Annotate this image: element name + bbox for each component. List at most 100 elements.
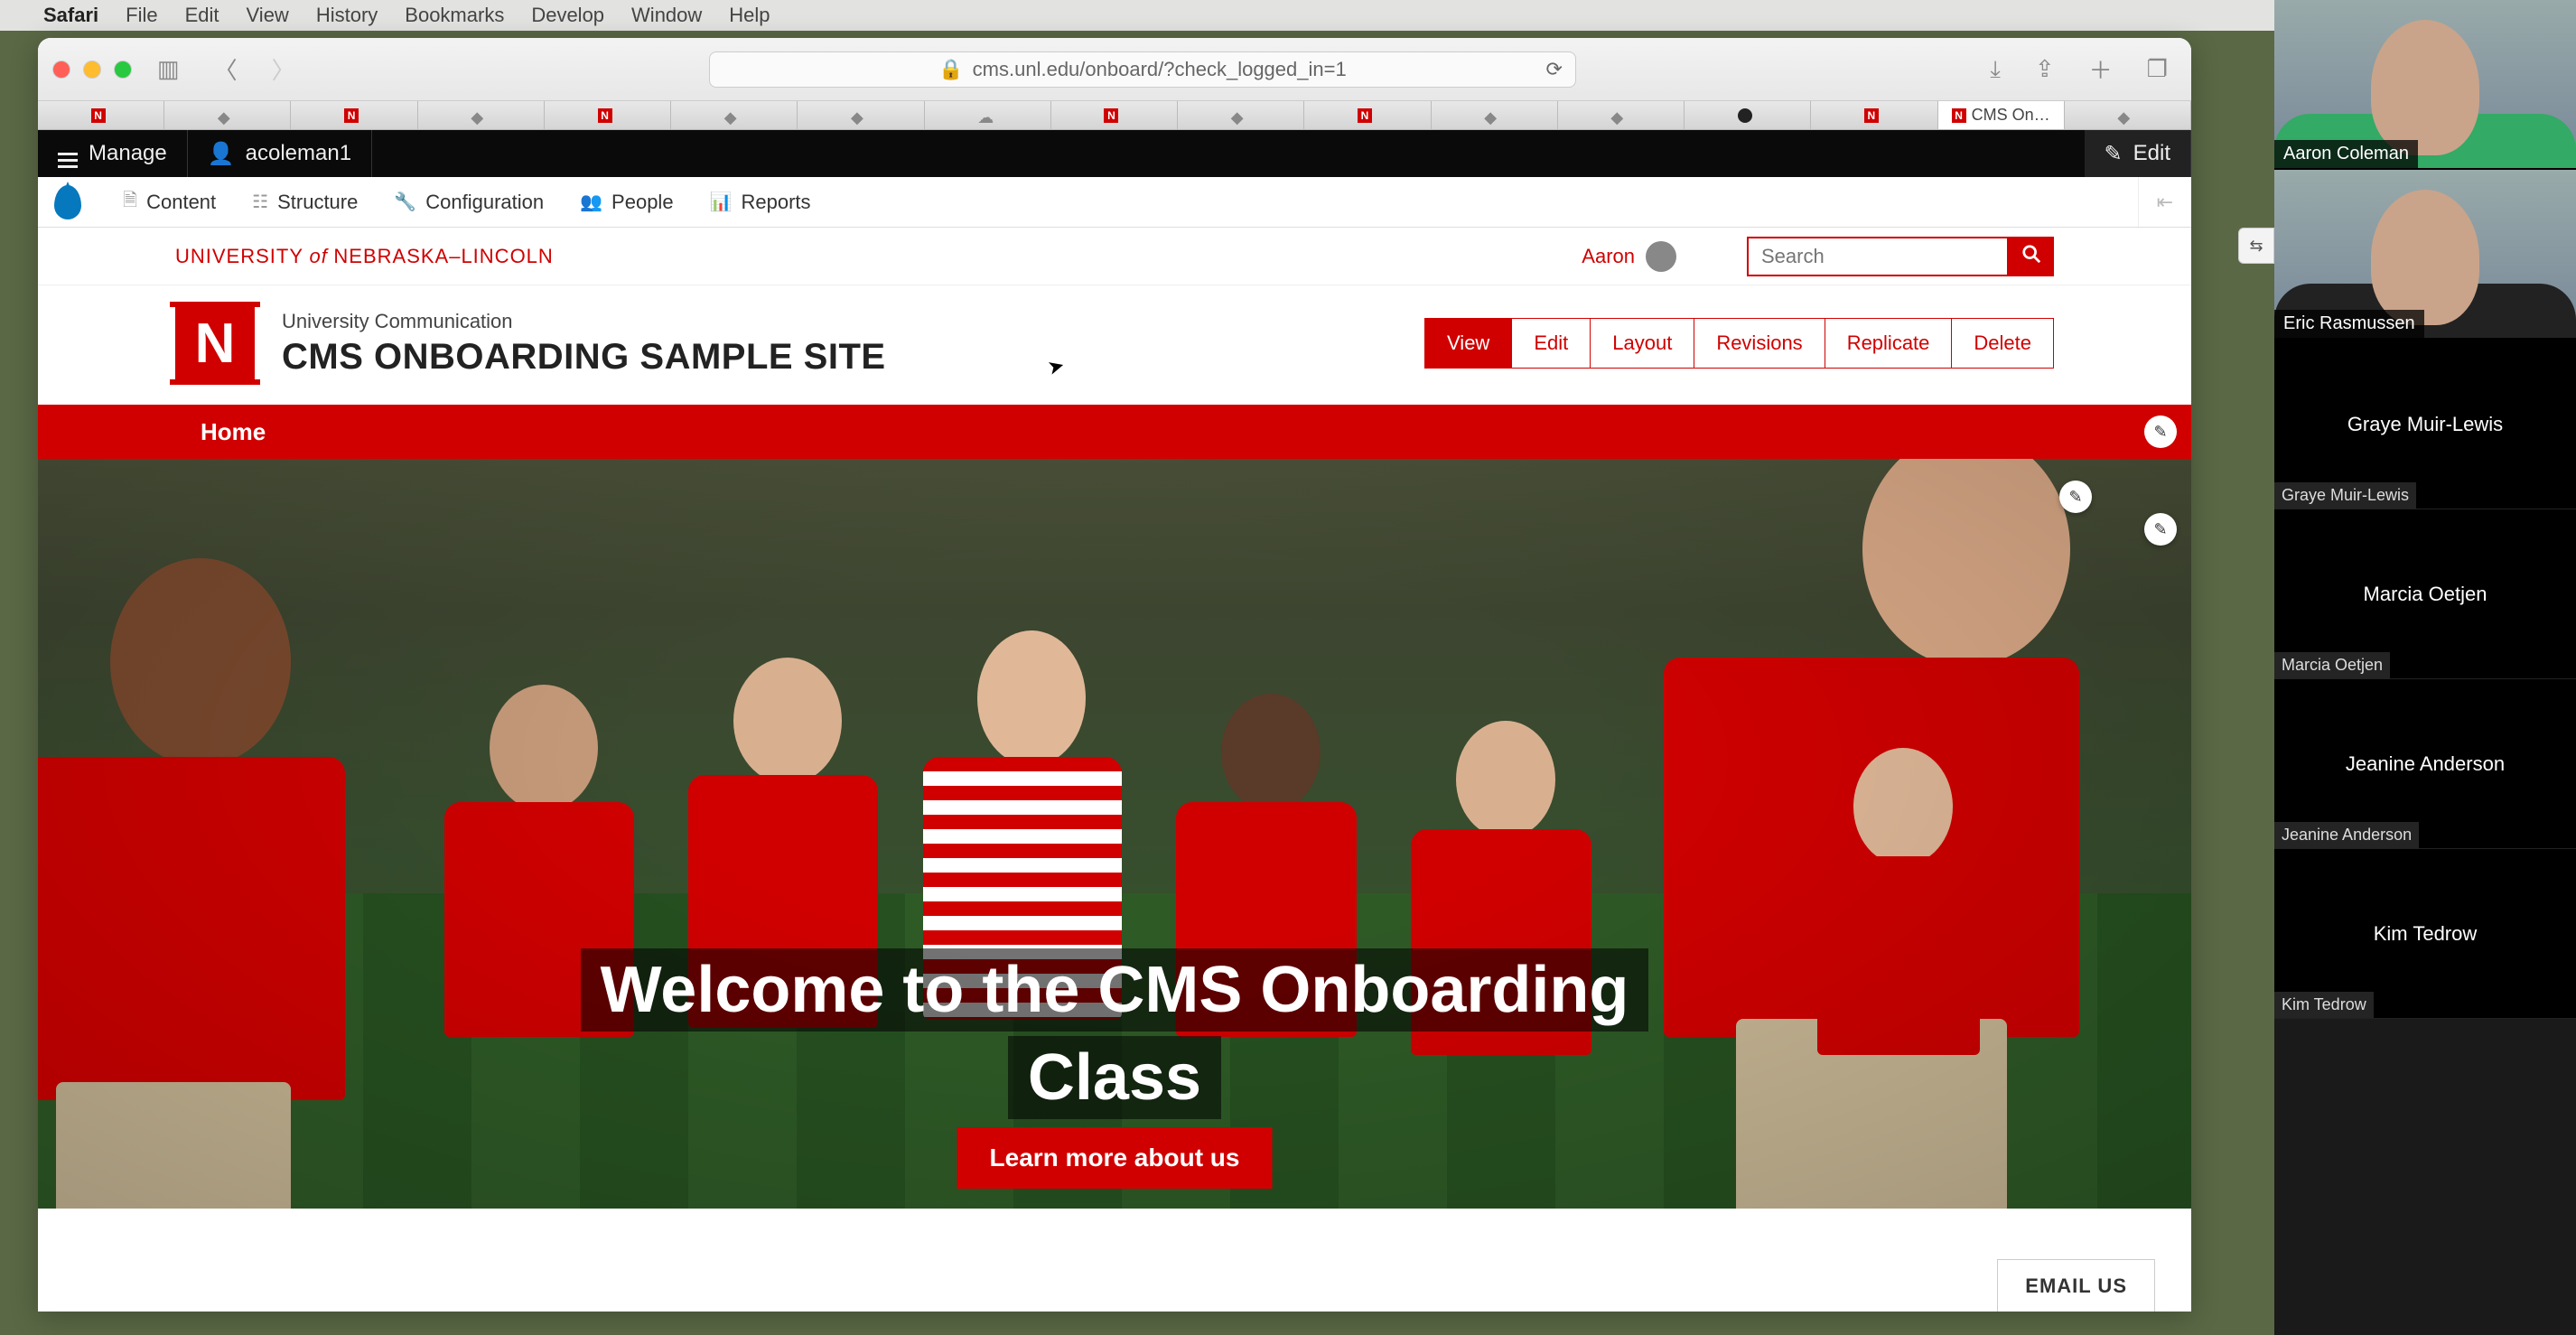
university-header: UNIVERSITY of NEBRASKA–LINCOLN Aaron [38,228,2191,285]
browser-tab[interactable]: ◆ [418,101,545,129]
search-button[interactable] [2009,237,2054,276]
window-zoom-button[interactable] [114,61,132,79]
page-tab-layout[interactable]: Layout [1590,319,1694,368]
browser-tab[interactable]: N [1304,101,1431,129]
reports-icon: 📊 [710,191,733,213]
people-icon: 👥 [580,191,602,213]
university-wordmark[interactable]: UNIVERSITY of NEBRASKA–LINCOLN [175,245,554,268]
drupal-admin-menu: 🗎Content ☷Structure 🔧Configuration 👥Peop… [38,177,2191,228]
menu-view[interactable]: View [247,4,289,27]
page-tab-view[interactable]: View [1425,319,1511,368]
browser-tab[interactable]: ◆ [2065,101,2191,129]
hamburger-icon [58,153,78,155]
browser-tab[interactable]: ◆ [1432,101,1558,129]
share-icon[interactable]: ⇪ [2026,51,2064,87]
downloads-icon[interactable]: ⤓ [1981,51,2010,88]
zoom-collapse-icon[interactable]: ⇆ [2238,228,2274,264]
search-input[interactable] [1747,237,2009,276]
wrench-icon: 🔧 [394,191,416,213]
zoom-participants-panel: Aaron Coleman Eric Rasmussen Graye Muir-… [2274,0,2576,1335]
safari-window: ▥ 〈 〉 🔒 cms.unl.edu/onboard/?check_logge… [38,38,2191,1312]
manage-label: Manage [89,141,167,166]
admin-menu-content[interactable]: 🗎Content [105,177,234,227]
menu-file[interactable]: File [126,4,157,27]
hero-section: ✎ ✎ Welcome to the CMS Onboarding Class … [38,459,2191,1209]
browser-tab[interactable]: ☁ [925,101,1051,129]
search-icon [2021,244,2041,264]
browser-tab[interactable]: ◆ [671,101,798,129]
menu-edit[interactable]: Edit [185,4,219,27]
admin-menu-people[interactable]: 👥People [562,177,691,227]
drupal-logo-icon[interactable] [54,185,89,219]
menu-window[interactable]: Window [631,4,702,27]
user-icon: 👤 [208,141,235,167]
page-local-tasks: View Edit Layout Revisions Replicate Del… [1424,318,2054,369]
menu-help[interactable]: Help [729,4,770,27]
edit-label: Edit [2133,141,2170,166]
browser-tab[interactable] [1685,101,1811,129]
contextual-edit-icon[interactable]: ✎ [2144,513,2177,546]
window-traffic-lights [52,61,132,79]
safari-toolbar: ▥ 〈 〉 🔒 cms.unl.edu/onboard/?check_logge… [38,38,2191,101]
zoom-name-tile[interactable]: Jeanine Anderson Jeanine Anderson [2274,679,2576,849]
menu-history[interactable]: History [316,4,378,27]
sidebar-toggle-icon[interactable]: ▥ [148,51,189,87]
menu-bookmarks[interactable]: Bookmarks [405,4,504,27]
edit-toggle[interactable]: ✎ Edit [2085,130,2191,177]
nebraska-n-logo[interactable]: N [175,303,255,383]
menu-develop[interactable]: Develop [531,4,604,27]
participant-name-tag: Eric Rasmussen [2274,310,2424,338]
tab-overview-icon[interactable]: ❐ [2138,51,2177,87]
orientation-toggle-icon[interactable]: ⇤ [2138,177,2191,227]
url-text: cms.unl.edu/onboard/?check_logged_in=1 [973,58,1347,81]
zoom-name-tile[interactable]: Marcia Oetjen Marcia Oetjen [2274,509,2576,679]
browser-tab[interactable]: ◆ [1558,101,1685,129]
site-title-row: N University Communication CMS ONBOARDIN… [38,285,2191,405]
drupal-admin-bar: Manage 👤 acoleman1 ✎ Edit [38,130,2191,177]
admin-menu-reports[interactable]: 📊Reports [692,177,829,227]
browser-tab[interactable]: ◆ [164,101,291,129]
page-tab-edit[interactable]: Edit [1511,319,1590,368]
admin-user-link[interactable]: 👤 acoleman1 [188,130,372,177]
manage-toggle[interactable]: Manage [38,130,188,177]
pencil-icon: ✎ [2105,141,2123,167]
structure-icon: ☷ [252,191,268,213]
hero-cta-button[interactable]: Learn more about us [957,1127,1273,1189]
browser-tab-active[interactable]: NCMS On… [1938,101,2065,129]
contextual-edit-icon[interactable]: ✎ [2059,481,2092,513]
app-name[interactable]: Safari [43,4,98,27]
forward-button[interactable]: 〉 [263,49,304,89]
hero-title: Welcome to the CMS Onboarding Class [576,947,1653,1122]
logged-in-user-link[interactable]: Aaron [1582,245,1635,268]
zoom-name-tile[interactable]: Kim Tedrow Kim Tedrow [2274,849,2576,1019]
email-us-tab[interactable]: EMAIL US [1997,1259,2155,1312]
window-close-button[interactable] [52,61,70,79]
nav-home[interactable]: Home [201,418,266,446]
page-tab-delete[interactable]: Delete [1951,319,2053,368]
reload-icon[interactable]: ⟳ [1546,58,1563,81]
admin-menu-structure[interactable]: ☷Structure [234,177,376,227]
department-name: University Communication [282,310,886,333]
admin-menu-configuration[interactable]: 🔧Configuration [376,177,562,227]
browser-tab[interactable]: N [1051,101,1178,129]
browser-tab[interactable]: N [545,101,671,129]
new-tab-button[interactable]: ＋ [2080,49,2122,89]
lock-icon: 🔒 [938,58,963,81]
browser-tab[interactable]: N [291,101,417,129]
zoom-video-tile[interactable]: Aaron Coleman [2274,0,2576,170]
browser-tab[interactable]: N [1811,101,1937,129]
url-bar[interactable]: 🔒 cms.unl.edu/onboard/?check_logged_in=1… [709,51,1576,88]
user-avatar[interactable] [1646,241,1676,272]
page-tab-revisions[interactable]: Revisions [1694,319,1824,368]
window-minimize-button[interactable] [83,61,101,79]
back-button[interactable]: 〈 [205,49,247,89]
browser-tab[interactable]: ◆ [798,101,924,129]
site-search [1747,237,2054,276]
zoom-video-tile[interactable]: Eric Rasmussen [2274,170,2576,340]
zoom-name-tile[interactable]: Graye Muir-Lewis Graye Muir-Lewis [2274,340,2576,509]
participant-name-tag: Aaron Coleman [2274,140,2418,168]
browser-tab[interactable]: N [38,101,164,129]
page-tab-replicate[interactable]: Replicate [1825,319,1952,368]
browser-tab[interactable]: ◆ [1178,101,1304,129]
contextual-edit-icon[interactable]: ✎ [2144,415,2177,448]
